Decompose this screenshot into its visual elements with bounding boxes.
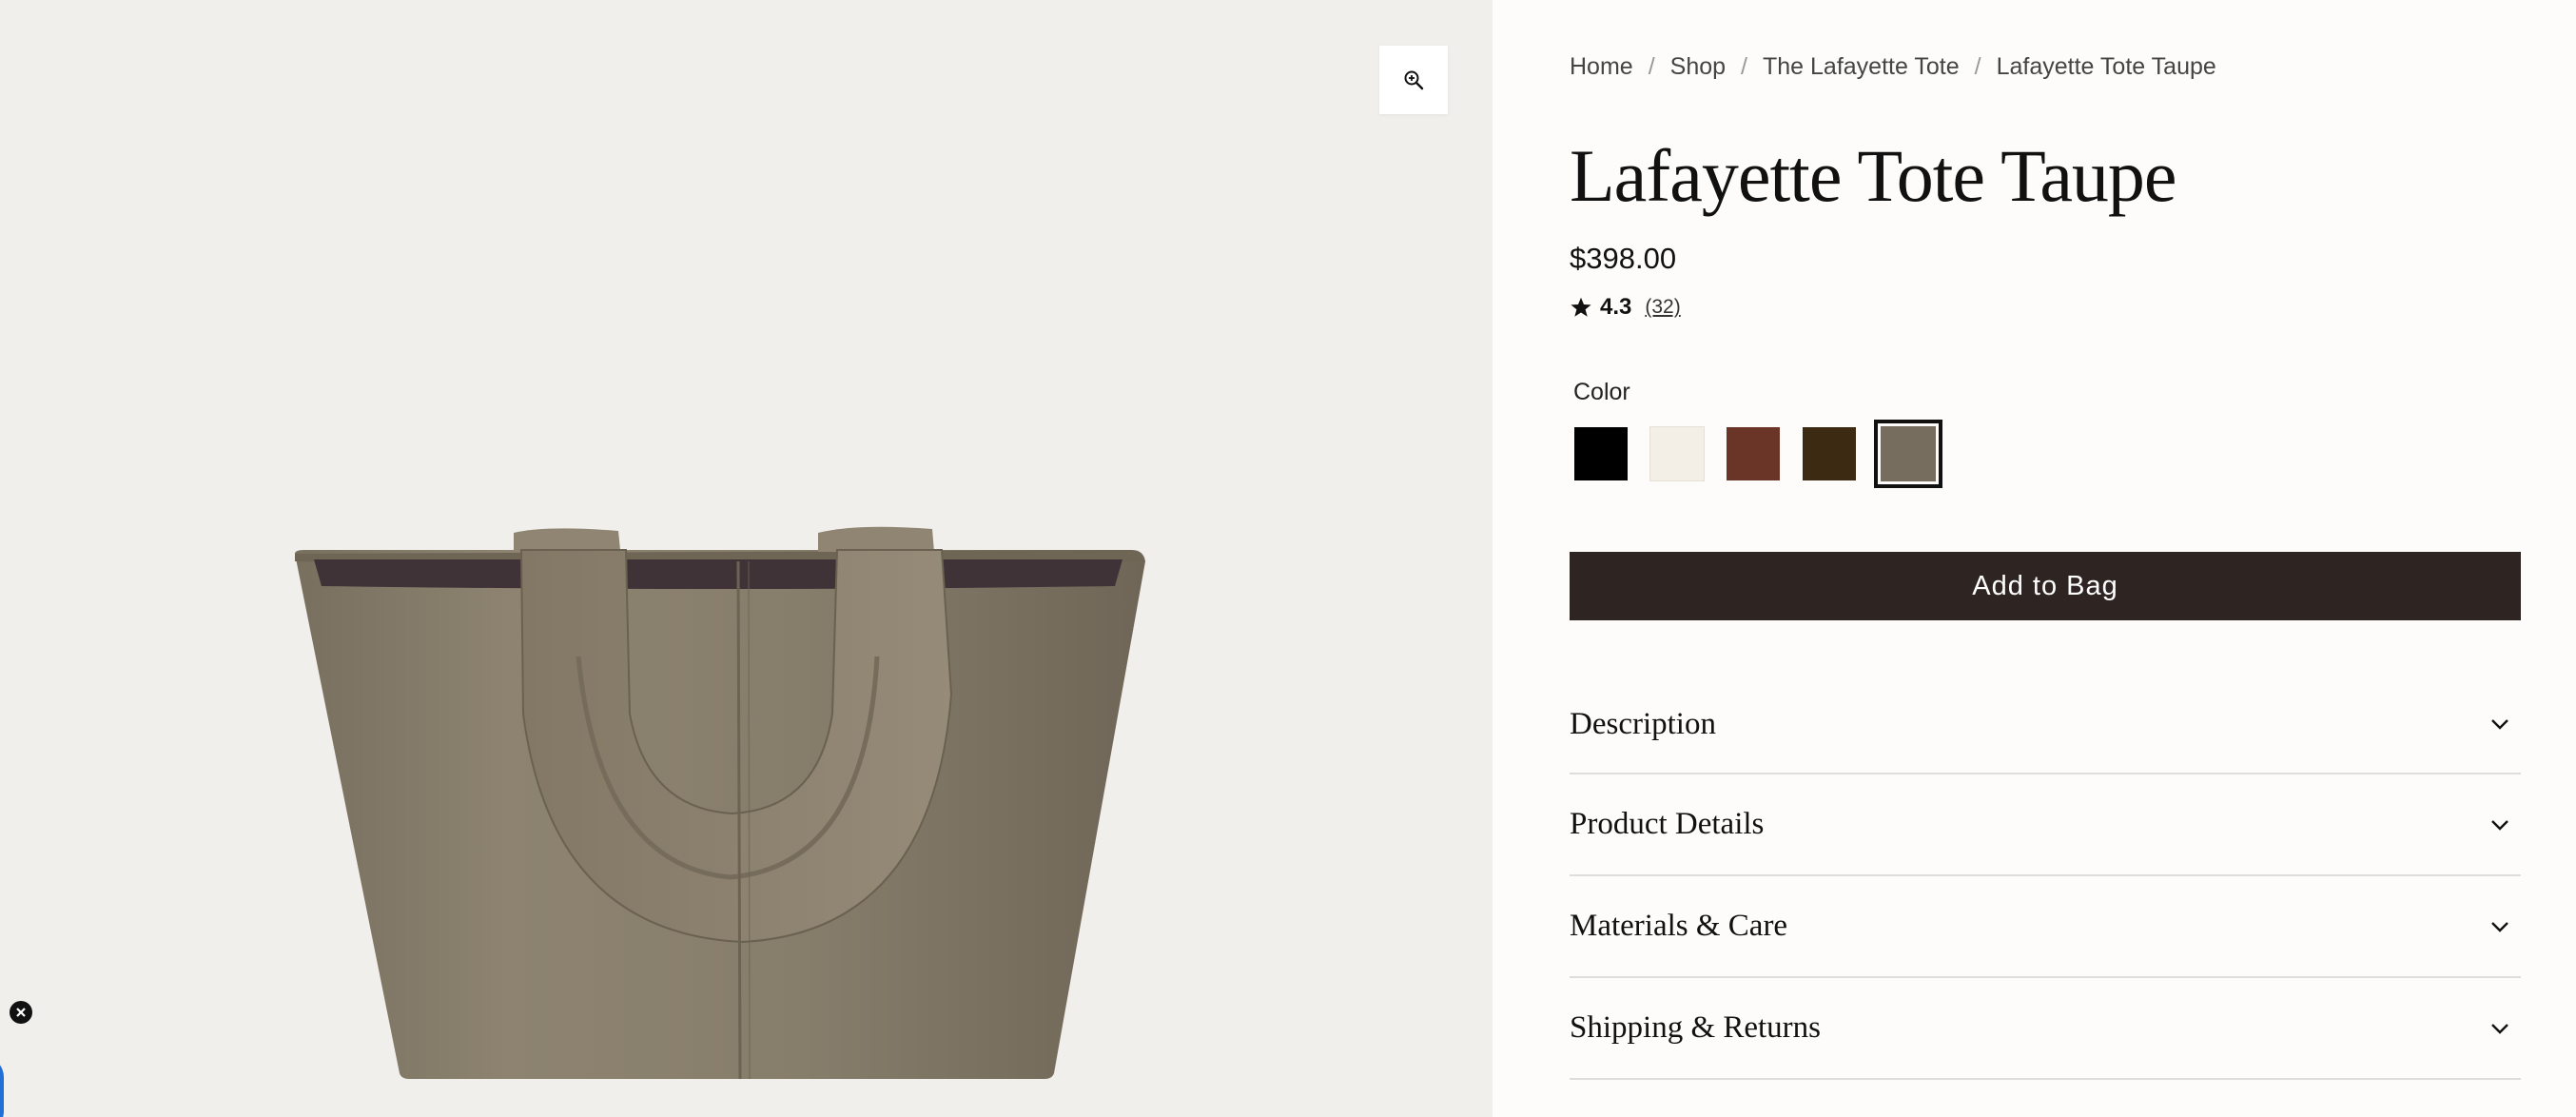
accordion-label: Product Details [1570, 807, 1765, 841]
product-price: $398.00 [1570, 242, 1677, 275]
review-count-link[interactable]: (32) [1645, 296, 1680, 319]
swatch-fill [1803, 427, 1856, 480]
product-title: Lafayette Tote Taupe [1570, 134, 2177, 217]
color-swatch-taupe[interactable] [1874, 420, 1942, 488]
breadcrumb-current[interactable]: Lafayette Tote Taupe [1997, 53, 2216, 81]
add-to-bag-button[interactable]: Add to Bag [1570, 552, 2521, 620]
product-accordion: Description Product Details Materials & … [1570, 676, 2521, 1080]
breadcrumb-collection[interactable]: The Lafayette Tote [1763, 53, 1960, 81]
accordion-label: Materials & Care [1570, 909, 1788, 943]
accordion-product-details[interactable]: Product Details [1570, 774, 2521, 876]
breadcrumb-separator: / [1741, 53, 1747, 80]
swatch-fill [1649, 426, 1705, 481]
color-swatch-cognac[interactable] [1722, 422, 1785, 485]
breadcrumb-separator: / [1648, 53, 1655, 80]
breadcrumb-separator: / [1974, 53, 1981, 80]
product-info-panel: Home / Shop / The Lafayette Tote / Lafay… [1570, 0, 2521, 1117]
color-swatch-cream[interactable] [1646, 422, 1708, 485]
breadcrumb: Home / Shop / The Lafayette Tote / Lafay… [1570, 53, 2216, 81]
chevron-down-icon [2491, 819, 2508, 831]
accordion-shipping-returns[interactable]: Shipping & Returns [1570, 978, 2521, 1080]
chat-widget-button[interactable] [0, 1056, 4, 1117]
chevron-down-icon [2491, 921, 2508, 932]
swatch-fill [1727, 427, 1780, 480]
accordion-materials-care[interactable]: Materials & Care [1570, 876, 2521, 978]
swatch-fill [1881, 426, 1936, 481]
color-swatch-black[interactable] [1570, 422, 1632, 485]
accordion-description[interactable]: Description [1570, 676, 2521, 774]
zoom-button[interactable] [1379, 46, 1448, 114]
chevron-down-icon [2491, 1023, 2508, 1034]
swatch-fill [1574, 427, 1628, 480]
close-badge-button[interactable] [10, 1001, 32, 1024]
color-swatches [1570, 420, 1956, 488]
zoom-in-icon [1404, 70, 1424, 90]
chevron-down-icon [2491, 719, 2508, 730]
product-rating: 4.3 (32) [1570, 294, 1681, 321]
accordion-label: Shipping & Returns [1570, 1010, 1822, 1045]
star-icon [1571, 297, 1591, 317]
rating-score: 4.3 [1600, 294, 1632, 320]
breadcrumb-shop[interactable]: Shop [1670, 53, 1726, 81]
color-label: Color [1573, 379, 1630, 405]
breadcrumb-home[interactable]: Home [1570, 53, 1633, 81]
color-swatch-chocolate[interactable] [1798, 422, 1861, 485]
product-image [295, 526, 1145, 1080]
product-image-gallery [0, 0, 1493, 1117]
close-icon [16, 1008, 26, 1017]
accordion-label: Description [1570, 706, 1716, 741]
